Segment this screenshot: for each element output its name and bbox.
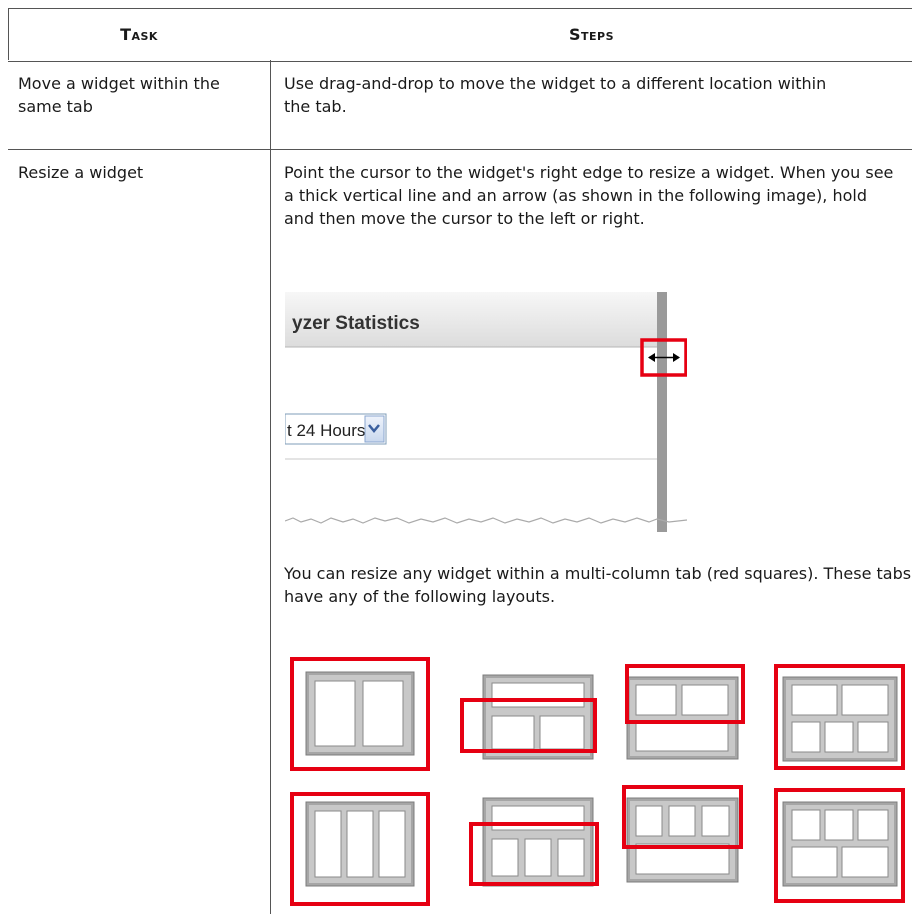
task-steps-table: Task Steps Move a widget within the same… <box>8 8 912 914</box>
row2-task: Resize a widget <box>18 163 144 182</box>
row-divider <box>8 149 912 150</box>
header-steps: Steps <box>568 24 615 44</box>
table-left-border <box>8 8 9 60</box>
layout-highlight-redbox <box>460 698 597 753</box>
layout-highlight-redbox <box>290 792 430 906</box>
row2-steps-paragraph1: Point the cursor to the widget's right e… <box>284 163 894 228</box>
layout-highlight-redbox <box>774 664 905 770</box>
widget-title: yzer Statistics <box>292 313 420 334</box>
layout-highlight-redbox <box>625 664 745 724</box>
resize-bar <box>657 292 667 532</box>
layout-highlight-redbox <box>622 785 743 849</box>
header-task: Task <box>120 24 158 44</box>
row2-steps-paragraph2: You can resize any widget within a multi… <box>284 564 912 606</box>
row1-steps: Use drag-and-drop to move the widget to … <box>284 74 827 116</box>
layout-highlight-redbox <box>469 822 599 886</box>
layout-highlight-redbox <box>774 788 905 903</box>
layout-highlight-redbox <box>290 657 430 771</box>
column-divider <box>270 60 271 914</box>
widget-dropdown-value: t 24 Hours <box>287 421 365 440</box>
widget-resize-screenshot: yzer Statistics t 24 Hours <box>285 292 687 532</box>
row1-task: Move a widget within the same tab <box>18 74 220 116</box>
